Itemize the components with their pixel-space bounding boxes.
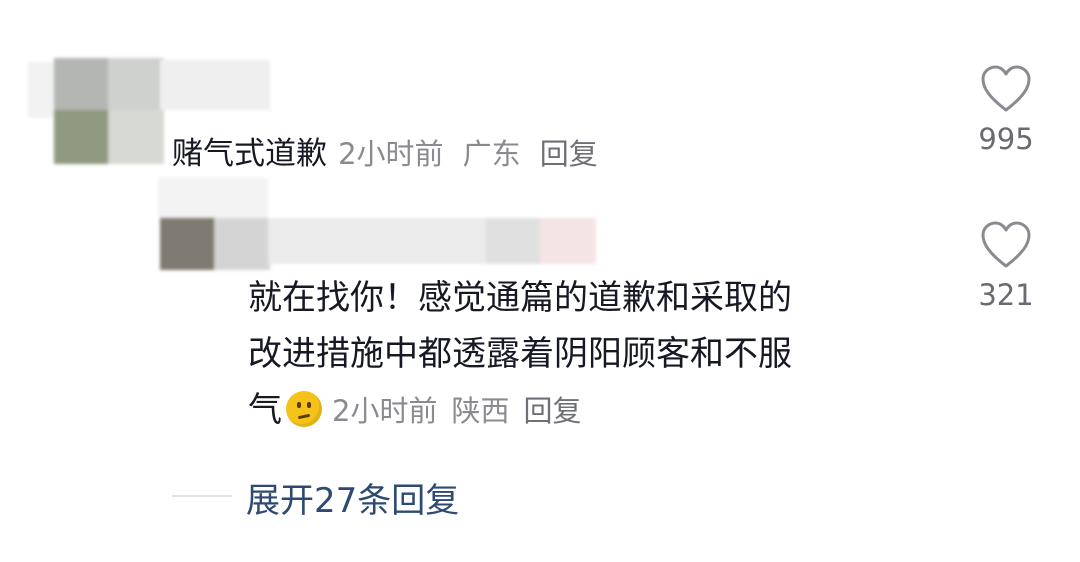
comment-reply-button[interactable]: 回复 (540, 137, 598, 171)
reply-body: 就在找你！感觉通篇的道歉和采取的 改进措施中都透露着阴阳顾客和不服 气 2小时前陕… (248, 270, 792, 439)
reply-text-line-3: 气 2小时前 陕西 回复 (248, 382, 792, 439)
reply-location: 陕西 (451, 394, 510, 428)
comment-time: 2小时前 (338, 137, 444, 171)
reply-like[interactable]: 321 (966, 220, 1046, 312)
comment-header: 赌气式道歉 2小时前 广东 回复 (172, 128, 598, 173)
expand-divider (172, 495, 232, 497)
confused-face-icon (286, 391, 322, 427)
expand-replies-button[interactable]: 展开27条回复 (246, 473, 459, 522)
reply-reply-button[interactable]: 回复 (523, 394, 581, 428)
reply-time: 2小时前 (332, 394, 438, 428)
heart-icon[interactable] (979, 220, 1033, 270)
reply-text-line-2: 改进措施中都透露着阴阳顾客和不服 (248, 334, 792, 374)
comment-like-count: 995 (978, 122, 1034, 156)
comment-location: 广东 (462, 137, 521, 171)
reply-like-count: 321 (978, 278, 1034, 312)
reply-text-line-1: 就在找你！感觉通篇的道歉和采取的 (248, 278, 792, 318)
comment-like[interactable]: 995 (966, 64, 1046, 156)
heart-icon[interactable] (979, 64, 1033, 114)
comment-author[interactable]: 赌气式道歉 (172, 136, 327, 172)
reply-text-line-3-text: 气 (248, 390, 282, 430)
